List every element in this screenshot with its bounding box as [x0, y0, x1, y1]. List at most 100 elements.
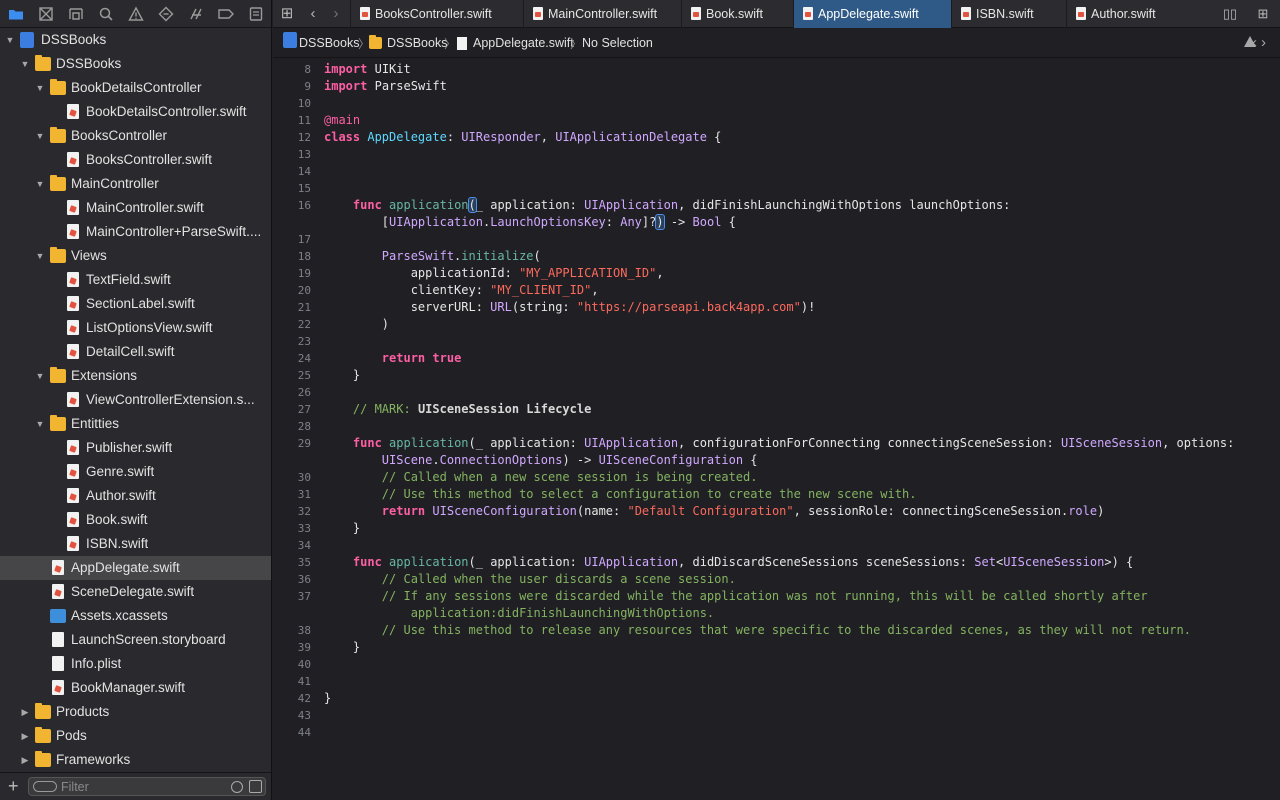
add-file-button[interactable]: + — [8, 777, 19, 795]
disclosure-open-icon[interactable]: ▼ — [34, 172, 46, 196]
code-line[interactable]: UIScene.ConnectionOptions) -> UISceneCon… — [324, 452, 758, 469]
disclosure-closed-icon[interactable]: ▶ — [19, 748, 31, 772]
tree-item[interactable]: ▼ Entitties — [0, 412, 271, 436]
source-editor[interactable]: 8 import UIKit 9 import ParseSwift 10 11 @main… — [273, 58, 1280, 800]
tree-item[interactable]: SectionLabel.swift — [0, 292, 271, 316]
code-line[interactable]: func application(_ application: UIApplic… — [324, 554, 1133, 571]
disclosure-closed-icon[interactable]: ▶ — [19, 700, 31, 724]
tree-item[interactable]: Assets.xcassets — [0, 604, 271, 628]
disclosure-closed-icon[interactable]: ▶ — [19, 724, 31, 748]
filter-input[interactable] — [61, 778, 221, 795]
code-line[interactable]: func application(_ application: UIApplic… — [324, 435, 1234, 452]
code-line[interactable]: } — [324, 690, 331, 707]
tree-item[interactable]: Book.swift — [0, 508, 271, 532]
tree-item[interactable]: ▼ DSSBooks — [0, 52, 271, 76]
tree-item[interactable]: ▶ Pods — [0, 724, 271, 748]
editor-tab[interactable]: Author.swift — [1066, 0, 1211, 28]
tree-item[interactable]: ISBN.swift — [0, 532, 271, 556]
symbol-icon[interactable] — [67, 5, 85, 23]
disclosure-open-icon[interactable]: ▼ — [4, 28, 16, 52]
tree-item[interactable]: ▼ DSSBooks — [0, 28, 271, 52]
tree-item[interactable]: LaunchScreen.storyboard — [0, 628, 271, 652]
code-line[interactable]: } — [324, 520, 360, 537]
code-line[interactable]: func application(_ application: UIApplic… — [324, 197, 1010, 214]
code-line[interactable]: // If any sessions were discarded while … — [324, 588, 1148, 605]
code-line[interactable]: // Use this method to select a configura… — [324, 486, 917, 503]
breadcrumb-project[interactable]: DSSBooks — [299, 36, 359, 50]
code-line[interactable]: } — [324, 639, 360, 656]
recent-files-icon[interactable] — [231, 781, 243, 793]
editor-tab[interactable]: AppDelegate.swift — [793, 0, 951, 28]
tree-item[interactable]: Author.swift — [0, 484, 271, 508]
editor-tab[interactable]: MainController.swift — [523, 0, 681, 28]
disclosure-open-icon[interactable]: ▼ — [34, 244, 46, 268]
tree-item[interactable]: AppDelegate.swift — [0, 556, 271, 580]
grid-icon[interactable]: ⊞ — [279, 5, 295, 23]
tree-item[interactable]: Genre.swift — [0, 460, 271, 484]
filter-options-icon[interactable] — [33, 781, 57, 792]
code-line[interactable]: class AppDelegate: UIResponder, UIApplic… — [324, 129, 721, 146]
code-line[interactable]: return UISceneConfiguration(name: "Defau… — [324, 503, 1105, 520]
code-line[interactable]: return true — [324, 350, 462, 367]
tree-item[interactable]: ListOptionsView.swift — [0, 316, 271, 340]
filter-field[interactable] — [28, 777, 266, 796]
breadcrumb-file[interactable]: AppDelegate.swift — [473, 36, 574, 50]
code-line[interactable]: ) — [324, 316, 389, 333]
editor-tab[interactable]: Book.swift — [681, 0, 793, 28]
code-line[interactable]: // Called when the user discards a scene… — [324, 571, 736, 588]
tree-item[interactable]: BookManager.swift — [0, 676, 271, 700]
breadcrumb-group[interactable]: DSSBooks — [387, 36, 447, 50]
disclosure-open-icon[interactable]: ▼ — [34, 412, 46, 436]
issue-icon[interactable] — [127, 5, 145, 23]
code-line[interactable]: // MARK: UISceneSession Lifecycle — [324, 401, 591, 418]
tree-item[interactable]: ▼ BooksController — [0, 124, 271, 148]
tree-item[interactable]: ▼ BookDetailsController — [0, 76, 271, 100]
tree-item[interactable]: MainController.swift — [0, 196, 271, 220]
tree-item[interactable]: Info.plist — [0, 652, 271, 676]
disclosure-open-icon[interactable]: ▼ — [34, 364, 46, 388]
code-line[interactable]: serverURL: URL(string: "https://parseapi… — [324, 299, 816, 316]
code-line[interactable]: import ParseSwift — [324, 78, 447, 95]
tree-item[interactable]: ViewControllerExtension.s... — [0, 388, 271, 412]
tree-item[interactable]: ▶ Products — [0, 700, 271, 724]
source-control-filter-icon[interactable] — [249, 780, 262, 793]
tree-item[interactable]: ▼ MainController — [0, 172, 271, 196]
tree-item[interactable]: BooksController.swift — [0, 148, 271, 172]
back-icon[interactable]: ‹ — [305, 5, 321, 23]
code-line[interactable]: ParseSwift.initialize( — [324, 248, 541, 265]
tree-item[interactable]: MainController+ParseSwift.... — [0, 220, 271, 244]
split-editor-icon[interactable]: ▯▯ — [1215, 5, 1245, 23]
add-editor-icon[interactable]: ⊞ — [1253, 5, 1273, 23]
forward-icon[interactable]: › — [328, 5, 344, 23]
disclosure-open-icon[interactable]: ▼ — [34, 124, 46, 148]
tree-item[interactable]: ▼ Extensions — [0, 364, 271, 388]
report-icon[interactable] — [247, 5, 265, 23]
folder-icon[interactable] — [7, 5, 25, 23]
code-line[interactable]: @main — [324, 112, 360, 129]
code-line[interactable]: [UIApplication.LaunchOptionsKey: Any]?) … — [324, 214, 736, 231]
disclosure-open-icon[interactable]: ▼ — [34, 76, 46, 100]
test-icon[interactable] — [157, 5, 175, 23]
debug-icon[interactable] — [187, 5, 205, 23]
find-icon[interactable] — [97, 5, 115, 23]
tree-item[interactable]: Publisher.swift — [0, 436, 271, 460]
tree-item[interactable]: ▼ Views — [0, 244, 271, 268]
breakpoint-icon[interactable] — [217, 5, 235, 23]
tree-item[interactable]: BookDetailsController.swift — [0, 100, 271, 124]
source-control-icon[interactable] — [37, 5, 55, 23]
editor-tab[interactable]: BooksController.swift — [350, 0, 523, 28]
disclosure-open-icon[interactable]: ▼ — [19, 52, 31, 76]
code-line[interactable]: } — [324, 367, 360, 384]
tree-item[interactable]: SceneDelegate.swift — [0, 580, 271, 604]
tree-item[interactable]: TextField.swift — [0, 268, 271, 292]
code-line[interactable]: clientKey: "MY_CLIENT_ID", — [324, 282, 599, 299]
editor-tab[interactable]: ISBN.swift — [951, 0, 1066, 28]
tree-item[interactable]: DetailCell.swift — [0, 340, 271, 364]
related-items-icon[interactable]: ‹› — [1252, 34, 1270, 51]
code-line[interactable]: // Called when a new scene session is be… — [324, 469, 758, 486]
code-line[interactable]: applicationId: "MY_APPLICATION_ID", — [324, 265, 664, 282]
breadcrumb-selection[interactable]: No Selection — [582, 36, 653, 50]
tree-item[interactable]: ▶ Frameworks — [0, 748, 271, 772]
code-line[interactable]: // Use this method to release any resour… — [324, 622, 1191, 639]
code-line[interactable]: import UIKit — [324, 61, 411, 78]
